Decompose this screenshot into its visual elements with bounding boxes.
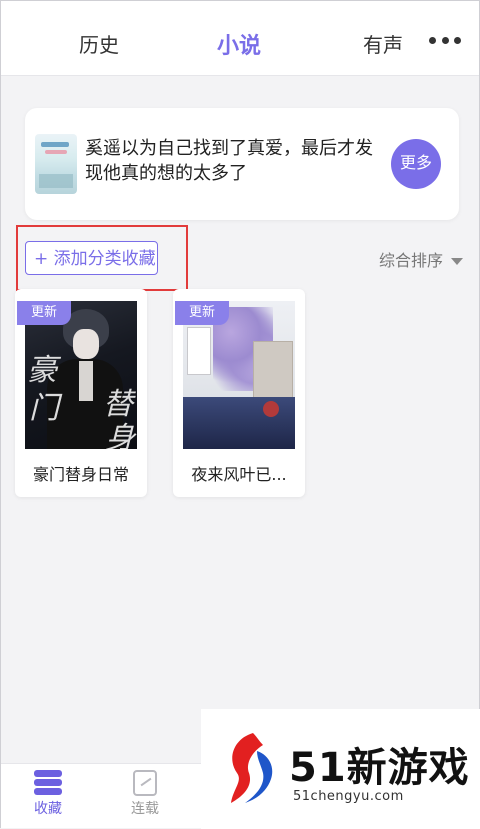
book-title: 豪门替身日常 [32,465,129,484]
cover-title-char: 门 [29,391,59,426]
tab-audio[interactable]: 有声 [363,29,403,58]
sort-dropdown[interactable]: 综合排序 [379,247,463,271]
recommendation-cover [35,134,77,194]
book-title: 夜来风叶已... [191,465,287,484]
app-frame: 历史 小说 有声 奚遥以为自己找到了真爱，最后才发现他真的想的太多了 更多 + … [0,0,480,829]
update-badge: 更新 [17,301,71,325]
add-category-button[interactable]: + 添加分类收藏 [25,241,158,275]
watermark-url: 51chengyu.com [293,789,404,804]
brand-logo-icon [231,733,273,803]
site-watermark: 51新游戏 51chengyu.com [201,709,480,829]
book-card[interactable]: 豪 门 替 身 更新 豪门替身日常 [15,289,147,497]
book-card[interactable]: 更新 夜来风叶已... [173,289,305,497]
tab-history[interactable]: 历史 [79,29,119,58]
update-badge: 更新 [175,301,229,325]
recommendation-text: 奚遥以为自己找到了真爱，最后才发现他真的想的太多了 [85,138,373,184]
nav-item-serial[interactable]: 连载 [115,770,175,818]
sort-label: 综合排序 [378,251,443,270]
chevron-down-icon [451,258,463,265]
bookshelf-icon [34,770,62,796]
edit-icon [133,770,157,796]
cover-title-char: 身 [105,421,135,449]
nav-label: 收藏 [34,801,62,817]
more-button[interactable]: 更多 [391,139,441,189]
nav-label: 连载 [131,801,159,817]
recommendation-card[interactable]: 奚遥以为自己找到了真爱，最后才发现他真的想的太多了 更多 [25,108,459,220]
top-nav: 历史 小说 有声 [1,1,479,76]
nav-item-favorites[interactable]: 收藏 [18,770,78,818]
watermark-brand: 51新游戏 [289,745,470,791]
tab-novel[interactable]: 小说 [217,28,261,60]
more-options-icon[interactable] [429,37,461,45]
